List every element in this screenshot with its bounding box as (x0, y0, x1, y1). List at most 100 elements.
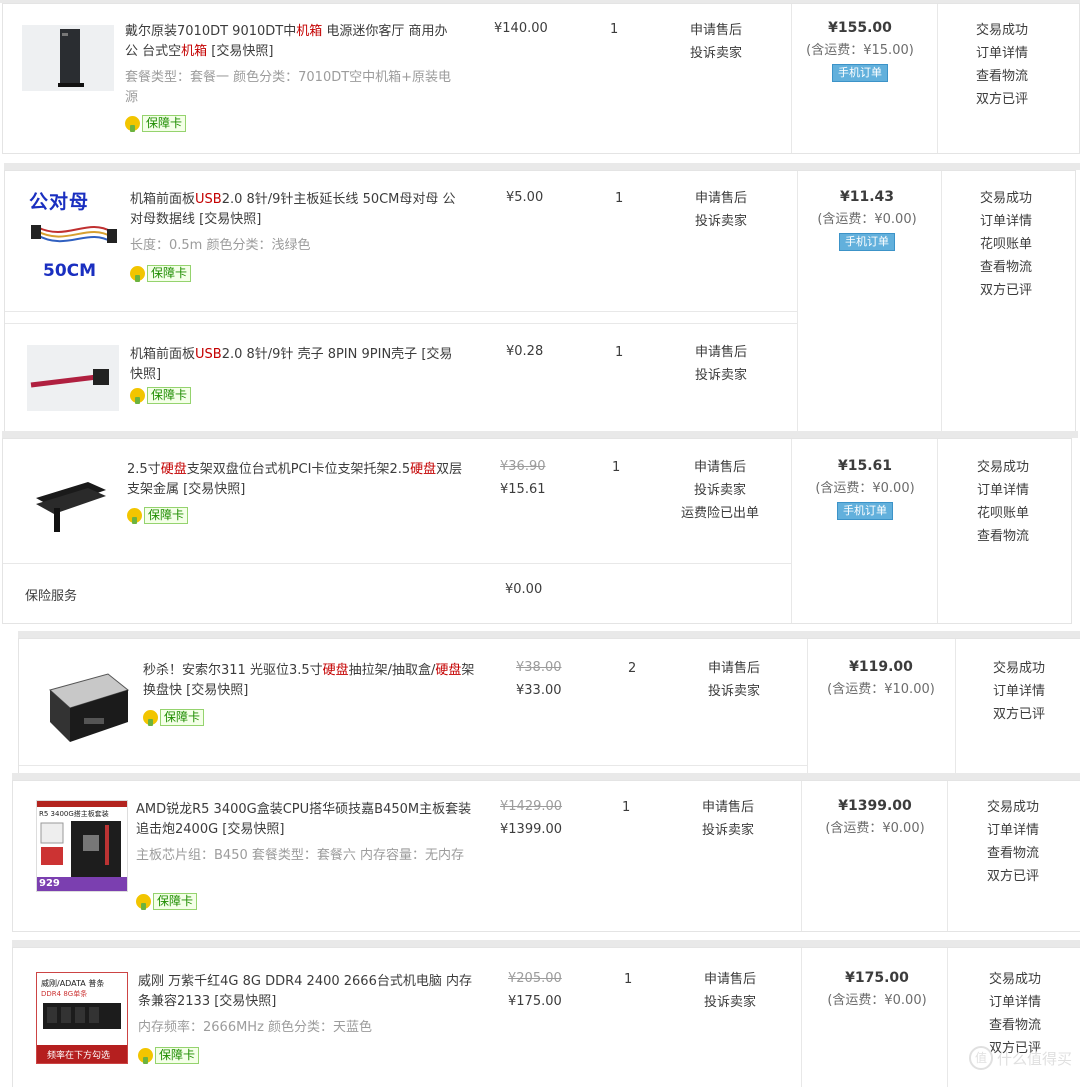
watermark-icon: 值 (968, 1046, 993, 1070)
after-sales-link[interactable]: 申请售后 (708, 657, 760, 680)
order-detail-link[interactable]: 订单详情 (987, 819, 1039, 842)
order-detail-link[interactable]: 订单详情 (976, 42, 1028, 65)
guarantee-badge[interactable]: 保障卡 (127, 506, 189, 524)
complain-seller-link[interactable]: 投诉卖家 (702, 819, 754, 842)
product-title-link[interactable]: 机箱前面板USB2.0 8针/9针 壳子 8PIN 9PIN壳子 [交易快照] (130, 345, 460, 385)
hdd-tray-image (48, 673, 130, 742)
row-divider (5, 323, 797, 324)
thumb-caption: 频率在下方勾选 (47, 1051, 111, 1061)
guarantee-badge[interactable]: 保障卡 (143, 708, 205, 726)
product-thumbnail[interactable] (22, 25, 114, 91)
snapshot-link[interactable]: [交易快照] (199, 212, 261, 227)
shipping-fee: (含运费：¥0.00) (827, 993, 927, 1008)
unit-price: ¥1429.00 ¥1399.00 (500, 795, 562, 841)
unit-price: ¥36.90 ¥15.61 (500, 455, 546, 501)
product-title-link[interactable]: 机箱前面板USB2.0 8针/9针主板延长线 50CM母对母 公对母数据线 [交… (130, 190, 460, 230)
product-thumbnail[interactable] (44, 660, 130, 746)
order-detail-link[interactable]: 订单详情 (993, 680, 1045, 703)
complain-seller-link[interactable]: 投诉卖家 (690, 42, 742, 65)
order-separator (2, 431, 1078, 438)
order-total: ¥11.43 (含运费：¥0.00) 手机订单 (792, 186, 942, 251)
item-ops: 申请售后 投诉卖家 运费险已出单 (678, 456, 762, 525)
rated-link[interactable]: 双方已评 (980, 279, 1032, 302)
original-price: ¥36.90 (500, 459, 546, 474)
product-thumbnail[interactable] (27, 345, 119, 411)
after-sales-link[interactable]: 申请售后 (704, 968, 756, 991)
snapshot-link[interactable]: [交易快照] (222, 822, 284, 837)
product-title-link[interactable]: 秒杀！安索尔311 光驱位3.5寸硬盘抽拉架/抽取盒/硬盘架 换盘快 [交易快照… (143, 661, 478, 701)
complain-seller-link[interactable]: 投诉卖家 (695, 364, 747, 387)
product-thumbnail[interactable]: R5 3400G搭主板套装 929 (36, 800, 128, 892)
huabei-bill-link[interactable]: 花呗账单 (980, 233, 1032, 256)
product-title-link[interactable]: AMD锐龙R5 3400G盒装CPU搭华硕技嘉B450M主板套装 追击炮2400… (136, 800, 476, 840)
view-logistics-link[interactable]: 查看物流 (976, 65, 1028, 88)
after-sales-link[interactable]: 申请售后 (695, 341, 747, 364)
guarantee-badge[interactable]: 保障卡 (136, 892, 198, 910)
product-title-link[interactable]: 威刚 万紫千红4G 8G DDR4 2400 2666台式机电脑 内存条兼容21… (138, 972, 478, 1012)
product-attributes: 套餐类型：套餐一 颜色分类：7010DT空中机箱+原装电源 (125, 70, 452, 105)
order-detail-link[interactable]: 订单详情 (989, 991, 1041, 1014)
thumb-caption: 50CM (43, 261, 97, 281)
snapshot-link[interactable]: [交易快照] (183, 482, 245, 497)
product-thumbnail[interactable]: 公对母 50CM (27, 187, 119, 283)
after-sales-link[interactable]: 申请售后 (695, 187, 747, 210)
row-divider (3, 563, 791, 564)
complain-seller-link[interactable]: 投诉卖家 (695, 210, 747, 233)
rated-link[interactable]: 双方已评 (976, 88, 1028, 111)
snapshot-link[interactable]: [交易快照] (211, 44, 273, 59)
guarantee-badge[interactable]: 保障卡 (130, 386, 192, 404)
status-text: 交易成功 (989, 972, 1042, 987)
view-logistics-link[interactable]: 查看物流 (980, 256, 1032, 279)
guarantee-badge[interactable]: 保障卡 (138, 1046, 200, 1064)
after-sales-link[interactable]: 申请售后 (678, 456, 762, 479)
total-amount: ¥155.00 (828, 20, 892, 36)
guarantee-label: 保障卡 (155, 1046, 200, 1064)
quantity: 1 (615, 191, 624, 206)
item-ops: 申请售后 投诉卖家 (702, 796, 754, 842)
product-thumbnail[interactable]: 威刚/ADATA 普条 DDR4 8G单条 频率在下方勾选 (36, 972, 128, 1064)
huabei-bill-link[interactable]: 花呗账单 (977, 502, 1029, 525)
guarantee-icon (138, 1047, 153, 1064)
order-detail-link[interactable]: 订单详情 (980, 210, 1032, 233)
product-title-link[interactable]: 戴尔原装7010DT 9010DT中机箱 电源迷你客厅 商用办公 台式空机箱 [… (125, 22, 455, 62)
product-attributes: 内存频率：2666MHz 颜色分类：天蓝色 (138, 1020, 373, 1035)
rated-link[interactable]: 双方已评 (993, 703, 1045, 726)
insurance-service-label: 保险服务 (25, 589, 78, 604)
snapshot-link[interactable]: [交易快照] (214, 994, 276, 1009)
guarantee-label: 保障卡 (160, 708, 205, 726)
order-separator (12, 773, 1080, 780)
guarantee-icon (136, 893, 151, 910)
shipping-insurance-link[interactable]: 运费险已出单 (678, 502, 762, 525)
hdd-bracket-image (36, 482, 106, 532)
complain-seller-link[interactable]: 投诉卖家 (708, 680, 760, 703)
guarantee-badge[interactable]: 保障卡 (130, 264, 192, 282)
product-title-link[interactable]: 2.5寸硬盘支架双盘位台式机PCI卡位支架托架2.5硬盘双层支架金属 [交易快照… (127, 460, 467, 500)
total-amount: ¥1399.00 (838, 798, 912, 814)
after-sales-link[interactable]: 申请售后 (702, 796, 754, 819)
snapshot-link[interactable]: [交易快照] (186, 683, 248, 698)
view-logistics-link[interactable]: 查看物流 (989, 1014, 1041, 1037)
status-text: 交易成功 (980, 191, 1033, 206)
order-detail-link[interactable]: 订单详情 (977, 479, 1029, 502)
mobile-order-tag: 手机订单 (839, 233, 895, 251)
order-separator (12, 940, 1080, 947)
original-price: ¥205.00 (508, 971, 562, 986)
original-price: ¥1429.00 (500, 799, 563, 814)
guarantee-badge[interactable]: 保障卡 (125, 114, 187, 132)
column-divider (937, 4, 938, 153)
item-ops: 申请售后 投诉卖家 (695, 341, 747, 387)
product-thumbnail[interactable] (28, 468, 110, 534)
complain-seller-link[interactable]: 投诉卖家 (678, 479, 762, 502)
shipping-fee: (含运费：¥10.00) (827, 682, 935, 697)
unit-price: ¥0.28 (506, 344, 544, 359)
after-sales-link[interactable]: 申请售后 (690, 19, 742, 42)
rated-link[interactable]: 双方已评 (987, 865, 1039, 888)
view-logistics-link[interactable]: 查看物流 (977, 525, 1029, 548)
complain-seller-link[interactable]: 投诉卖家 (704, 991, 756, 1014)
view-logistics-link[interactable]: 查看物流 (987, 842, 1039, 865)
shipping-fee: (含运费：¥0.00) (815, 481, 915, 496)
status-text: 交易成功 (993, 661, 1046, 676)
order-status-actions: 交易成功 订单详情 双方已评 (993, 657, 1045, 726)
status-text: 交易成功 (987, 800, 1040, 815)
row-divider (5, 311, 797, 312)
